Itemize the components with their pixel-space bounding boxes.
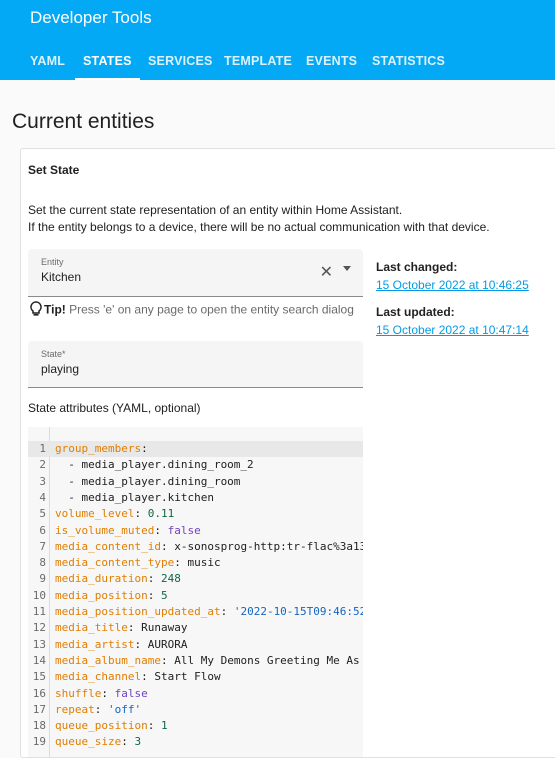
code-line: 6 is_volume_muted: false <box>28 523 363 539</box>
code-line: 19 queue_size: 3 <box>28 734 363 750</box>
yaml-editor[interactable]: 1 group_members: 2 - media_player.dining_r… <box>28 427 363 757</box>
code-line: 13 media_artist: AURORA <box>28 637 363 653</box>
clear-icon[interactable]: ✕ <box>320 262 333 282</box>
last-changed-label: Last changed: <box>376 260 458 274</box>
entity-picker[interactable]: Entity Kitchen ✕ <box>28 249 363 297</box>
code-text: - media_player.dining_room <box>55 474 241 488</box>
line-number: 6 <box>39 523 46 537</box>
last-updated-label: Last updated: <box>376 305 455 319</box>
code-line: 3 - media_player.dining_room <box>28 474 363 490</box>
set-state-card: Set State Set the current state represen… <box>20 148 555 758</box>
app-header: Developer Tools YAML STATES SERVICES TEM… <box>0 0 555 80</box>
line-number: 2 <box>39 458 46 472</box>
chevron-down-icon[interactable] <box>343 266 351 271</box>
line-number: 13 <box>32 637 46 651</box>
code-line: 17 repeat: 'off' <box>28 702 363 718</box>
last-updated: Last updated: 15 October 2022 at 10:47:1… <box>376 305 529 337</box>
tab-services[interactable]: SERVICES <box>148 44 213 80</box>
code-text: - media_player.dining_room_2 <box>55 458 254 472</box>
code-text: group_members: <box>55 442 148 455</box>
tip-message: Press 'e' on any page to open the entity… <box>69 302 354 317</box>
tip-text: Tip! Press 'e' on any page to open the e… <box>30 301 354 320</box>
last-changed-link[interactable]: 15 October 2022 at 10:46:25 <box>376 278 529 292</box>
code-line: 1 group_members: <box>28 441 363 458</box>
code-text: media_title: Runaway <box>55 621 188 635</box>
line-number: 8 <box>39 556 46 570</box>
code-text: - media_player.kitchen <box>55 490 214 504</box>
page-title: Current entities <box>12 110 155 133</box>
description-line-1: Set the current state representation of … <box>28 203 403 217</box>
code-text: media_duration: 248 <box>55 572 181 586</box>
line-number: 3 <box>39 474 46 488</box>
line-number: 1 <box>39 442 46 455</box>
code-line: 7 media_content_id: x-sonosprog-http:tr-f… <box>28 539 363 555</box>
code-text: is_volume_muted: false <box>55 523 201 537</box>
state-label: State* <box>41 349 66 359</box>
line-number: 14 <box>32 653 46 667</box>
line-number: 4 <box>39 490 46 504</box>
line-number: 17 <box>32 702 46 716</box>
code-text: media_position_updated_at: '2022-10-15T0… <box>55 605 363 618</box>
line-number: 10 <box>32 588 46 602</box>
line-number: 9 <box>39 572 46 586</box>
code-text: repeat: 'off' <box>55 702 142 716</box>
app-title: Developer Tools <box>30 8 152 27</box>
code-text: queue_position: 1 <box>55 719 168 733</box>
code-line: 5 volume_level: 0.11 <box>28 506 363 522</box>
line-number: 16 <box>32 686 46 700</box>
tab-template[interactable]: TEMPLATE <box>224 44 292 80</box>
tab-yaml[interactable]: YAML <box>30 44 65 80</box>
code-text: volume_level: 0.11 <box>55 507 175 521</box>
code-line: 12 media_title: Runaway <box>28 620 363 636</box>
code-line: 14 media_album_name: All My Demons Greeti… <box>28 653 363 669</box>
code-line: 16 shuffle: false <box>28 686 363 702</box>
tab-bar: YAML STATES SERVICES TEMPLATE EVENTS STA… <box>0 44 555 80</box>
code-line: 11 media_position_updated_at: '2022-10-15… <box>28 604 363 620</box>
last-changed: Last changed: 15 October 2022 at 10:46:2… <box>376 260 529 292</box>
code-line: 10 media_position: 5 <box>28 588 363 604</box>
line-number: 18 <box>32 719 46 733</box>
code-line: 2 - media_player.dining_room_2 <box>28 457 363 473</box>
code-text: media_channel: Start Flow <box>55 670 221 684</box>
code-text: media_artist: AURORA <box>55 637 188 651</box>
code-line: 8 media_content_type: music <box>28 555 363 571</box>
line-number: 7 <box>39 539 46 553</box>
code-text: media_position: 5 <box>55 588 168 602</box>
tab-statistics[interactable]: STATISTICS <box>372 44 445 80</box>
code-line: 4 - media_player.kitchen <box>28 490 363 506</box>
card-title: Set State <box>28 163 80 177</box>
code-line: 15 media_channel: Start Flow <box>28 669 363 685</box>
line-number: 15 <box>32 670 46 684</box>
entity-value[interactable]: Kitchen <box>41 270 81 284</box>
code-text: queue_size: 3 <box>55 735 142 749</box>
entity-label: Entity <box>41 257 64 267</box>
lightbulb-icon <box>30 301 42 320</box>
tab-states[interactable]: STATES <box>75 44 140 80</box>
code-text: media_album_name: All My Demons Greeting… <box>55 653 363 667</box>
state-field[interactable]: State* playing <box>28 341 363 388</box>
tab-events[interactable]: EVENTS <box>306 44 357 80</box>
code-text: media_content_type: music <box>55 556 221 570</box>
last-updated-link[interactable]: 15 October 2022 at 10:47:14 <box>376 323 529 337</box>
code-line: 18 queue_position: 1 <box>28 718 363 734</box>
line-number: 12 <box>32 621 46 635</box>
attributes-label: State attributes (YAML, optional) <box>28 401 201 415</box>
state-input[interactable]: playing <box>41 362 79 376</box>
tip-bold: Tip! <box>44 302 66 317</box>
line-number: 19 <box>32 735 46 749</box>
code-text: media_content_id: x-sonosprog-http:tr-fl… <box>55 539 363 553</box>
code-text: shuffle: false <box>55 686 148 700</box>
line-number: 5 <box>39 507 46 521</box>
line-number: 11 <box>32 605 46 618</box>
description-line-2: If the entity belongs to a device, there… <box>28 220 490 234</box>
code-line: 9 media_duration: 248 <box>28 571 363 587</box>
card-description: Set the current state representation of … <box>28 202 490 236</box>
